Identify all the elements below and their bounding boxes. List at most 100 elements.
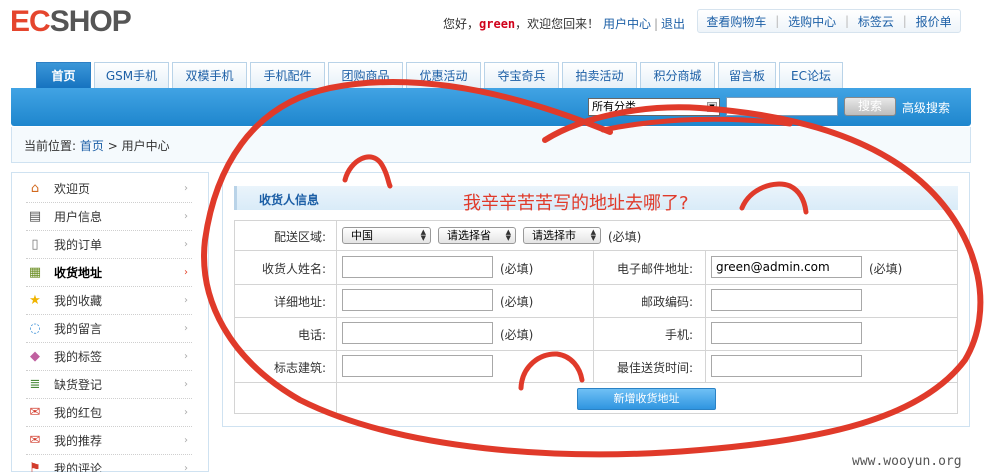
country-select[interactable]: 中国 ▲ ▼ xyxy=(342,227,431,244)
chevron-right-icon: › xyxy=(184,463,188,472)
divider: | xyxy=(775,14,780,28)
sidebar-item[interactable]: ▯ 我的订单 › xyxy=(26,231,192,259)
section-title: 收货人信息 xyxy=(259,193,320,207)
row-divider xyxy=(234,317,958,318)
tab-phone-accessories[interactable]: 手机配件 xyxy=(250,62,325,88)
region-label: 配送区域: xyxy=(273,230,326,244)
chevron-down-icon: ▼ xyxy=(707,102,717,112)
tab-treasure-hunt[interactable]: 夺宝奇兵 xyxy=(484,62,559,88)
category-select[interactable]: 所有分类 ▼ xyxy=(588,98,720,116)
greeting-prefix: 您好， xyxy=(443,17,480,31)
breadcrumb-separator: > xyxy=(107,139,118,153)
required-note: (必填) xyxy=(500,262,534,276)
logo-shop: SHOP xyxy=(49,5,132,38)
tab-gsm-phones[interactable]: GSM手机 xyxy=(94,62,169,88)
chevron-right-icon: › xyxy=(184,379,188,390)
document-icon: ▯ xyxy=(31,237,39,252)
chevron-right-icon: › xyxy=(184,435,188,446)
row-divider xyxy=(234,350,958,351)
recommend-icon: ✉ xyxy=(29,433,41,448)
province-select[interactable]: 请选择省 ▲ ▼ xyxy=(438,227,516,244)
phone-input[interactable] xyxy=(342,322,493,344)
sidebar-item[interactable]: ▤ 用户信息 › xyxy=(26,203,192,231)
search-input[interactable] xyxy=(726,97,838,116)
breadcrumb-prefix: 当前位置: xyxy=(24,139,77,153)
chevron-right-icon: › xyxy=(184,183,188,194)
tab-points-mall[interactable]: 积分商城 xyxy=(640,62,715,88)
row-divider xyxy=(234,250,958,251)
chevron-right-icon: › xyxy=(184,295,188,306)
tab-ec-forum[interactable]: EC论坛 xyxy=(779,62,843,88)
address-input[interactable] xyxy=(342,289,493,311)
add-address-button[interactable]: 新增收货地址 xyxy=(577,388,716,410)
user-center-link[interactable]: 用户中心 xyxy=(603,17,651,31)
city-select[interactable]: 请选择市 ▲ ▼ xyxy=(523,227,601,244)
consignee-label: 收货人姓名: xyxy=(261,262,326,276)
ecshop-logo[interactable]: EC SHOP xyxy=(10,4,132,40)
sidebar-item-label: 我的收藏 xyxy=(54,294,103,308)
updown-arrows-icon: ▲ ▼ xyxy=(590,228,596,242)
tab-auctions[interactable]: 拍卖活动 xyxy=(562,62,637,88)
tab-home[interactable]: 首页 xyxy=(36,62,91,88)
email-label: 电子邮件地址: xyxy=(616,262,693,276)
id-card-icon: ▤ xyxy=(28,209,42,224)
sidebar-item[interactable]: ◌ 我的留言 › xyxy=(26,315,192,343)
sidebar-item[interactable]: ⚑ 我的评论 › xyxy=(26,455,192,472)
sidebar-item-label: 我的推荐 xyxy=(54,434,103,448)
tab-message-board[interactable]: 留言板 xyxy=(718,62,776,88)
divider: | xyxy=(902,14,907,28)
province-select-value: 请选择省 xyxy=(447,229,491,242)
chevron-right-icon: › xyxy=(184,351,188,362)
annotation-text: 我辛辛苦苦写的地址去哪了? xyxy=(463,193,689,214)
tab-group-buy[interactable]: 团购商品 xyxy=(328,62,403,88)
sidebar-item[interactable]: ✉ 我的推荐 › xyxy=(26,427,192,455)
advanced-search-link[interactable]: 高级搜索 xyxy=(902,99,950,116)
mobile-input[interactable] xyxy=(711,322,862,344)
sidebar-item[interactable]: ▦ 收货地址 › xyxy=(26,259,192,287)
city-select-value: 请选择市 xyxy=(532,229,576,242)
sidebar-item[interactable]: ★ 我的收藏 › xyxy=(26,287,192,315)
best-time-input[interactable] xyxy=(711,355,862,377)
sidebar-item[interactable]: ⌂ 欢迎页 › xyxy=(26,175,192,203)
logo-ec: EC xyxy=(10,5,51,38)
sidebar-item[interactable]: ✉ 我的红包 › xyxy=(26,399,192,427)
zipcode-label: 邮政编码: xyxy=(640,295,693,309)
view-cart-link[interactable]: 查看购物车 xyxy=(706,13,766,30)
email-input[interactable]: green@admin.com xyxy=(711,256,862,278)
required-note: (必填) xyxy=(500,328,534,342)
breadcrumb-home-link[interactable]: 首页 xyxy=(80,139,104,153)
sidebar-item-label: 欢迎页 xyxy=(54,182,91,196)
tab-dual-mode-phones[interactable]: 双模手机 xyxy=(172,62,247,88)
row-divider xyxy=(234,382,958,383)
quote-list-link[interactable]: 报价单 xyxy=(916,13,952,30)
required-note: (必填) xyxy=(869,262,903,276)
tag-cloud-link[interactable]: 标签云 xyxy=(858,13,894,30)
sidebar-item[interactable]: ≣ 缺货登记 › xyxy=(26,371,192,399)
tab-promotions[interactable]: 优惠活动 xyxy=(406,62,481,88)
username: green xyxy=(479,17,516,31)
list-icon: ≣ xyxy=(29,377,41,392)
required-note: (必填) xyxy=(500,295,534,309)
greeting-suffix: ，欢迎您回来！ xyxy=(515,17,600,31)
zipcode-input[interactable] xyxy=(711,289,862,311)
landmark-input[interactable] xyxy=(342,355,493,377)
sidebar-item-label: 用户信息 xyxy=(54,210,103,224)
welcome-message: 您好，green，欢迎您回来！ 用户中心 | 退出 xyxy=(443,15,685,32)
logout-link[interactable]: 退出 xyxy=(661,17,685,31)
red-packet-icon: ✉ xyxy=(29,405,41,420)
updown-arrows-icon: ▲ ▼ xyxy=(420,228,426,242)
star-icon: ★ xyxy=(29,293,41,308)
sidebar-item-label: 我的红包 xyxy=(54,406,103,420)
required-note: (必填) xyxy=(608,230,642,244)
divider: | xyxy=(844,14,850,28)
chevron-right-icon: › xyxy=(184,267,188,278)
breadcrumb-current: 用户中心 xyxy=(121,139,170,153)
best-time-label: 最佳送货时间: xyxy=(616,361,693,375)
row-divider xyxy=(234,284,958,285)
sidebar-item[interactable]: ◆ 我的标签 › xyxy=(26,343,192,371)
search-button[interactable]: 搜索 xyxy=(844,97,896,116)
column-divider xyxy=(593,251,594,382)
shopping-center-link[interactable]: 选购中心 xyxy=(788,13,836,30)
updown-arrows-icon: ▲ ▼ xyxy=(505,228,511,242)
consignee-input[interactable] xyxy=(342,256,493,278)
